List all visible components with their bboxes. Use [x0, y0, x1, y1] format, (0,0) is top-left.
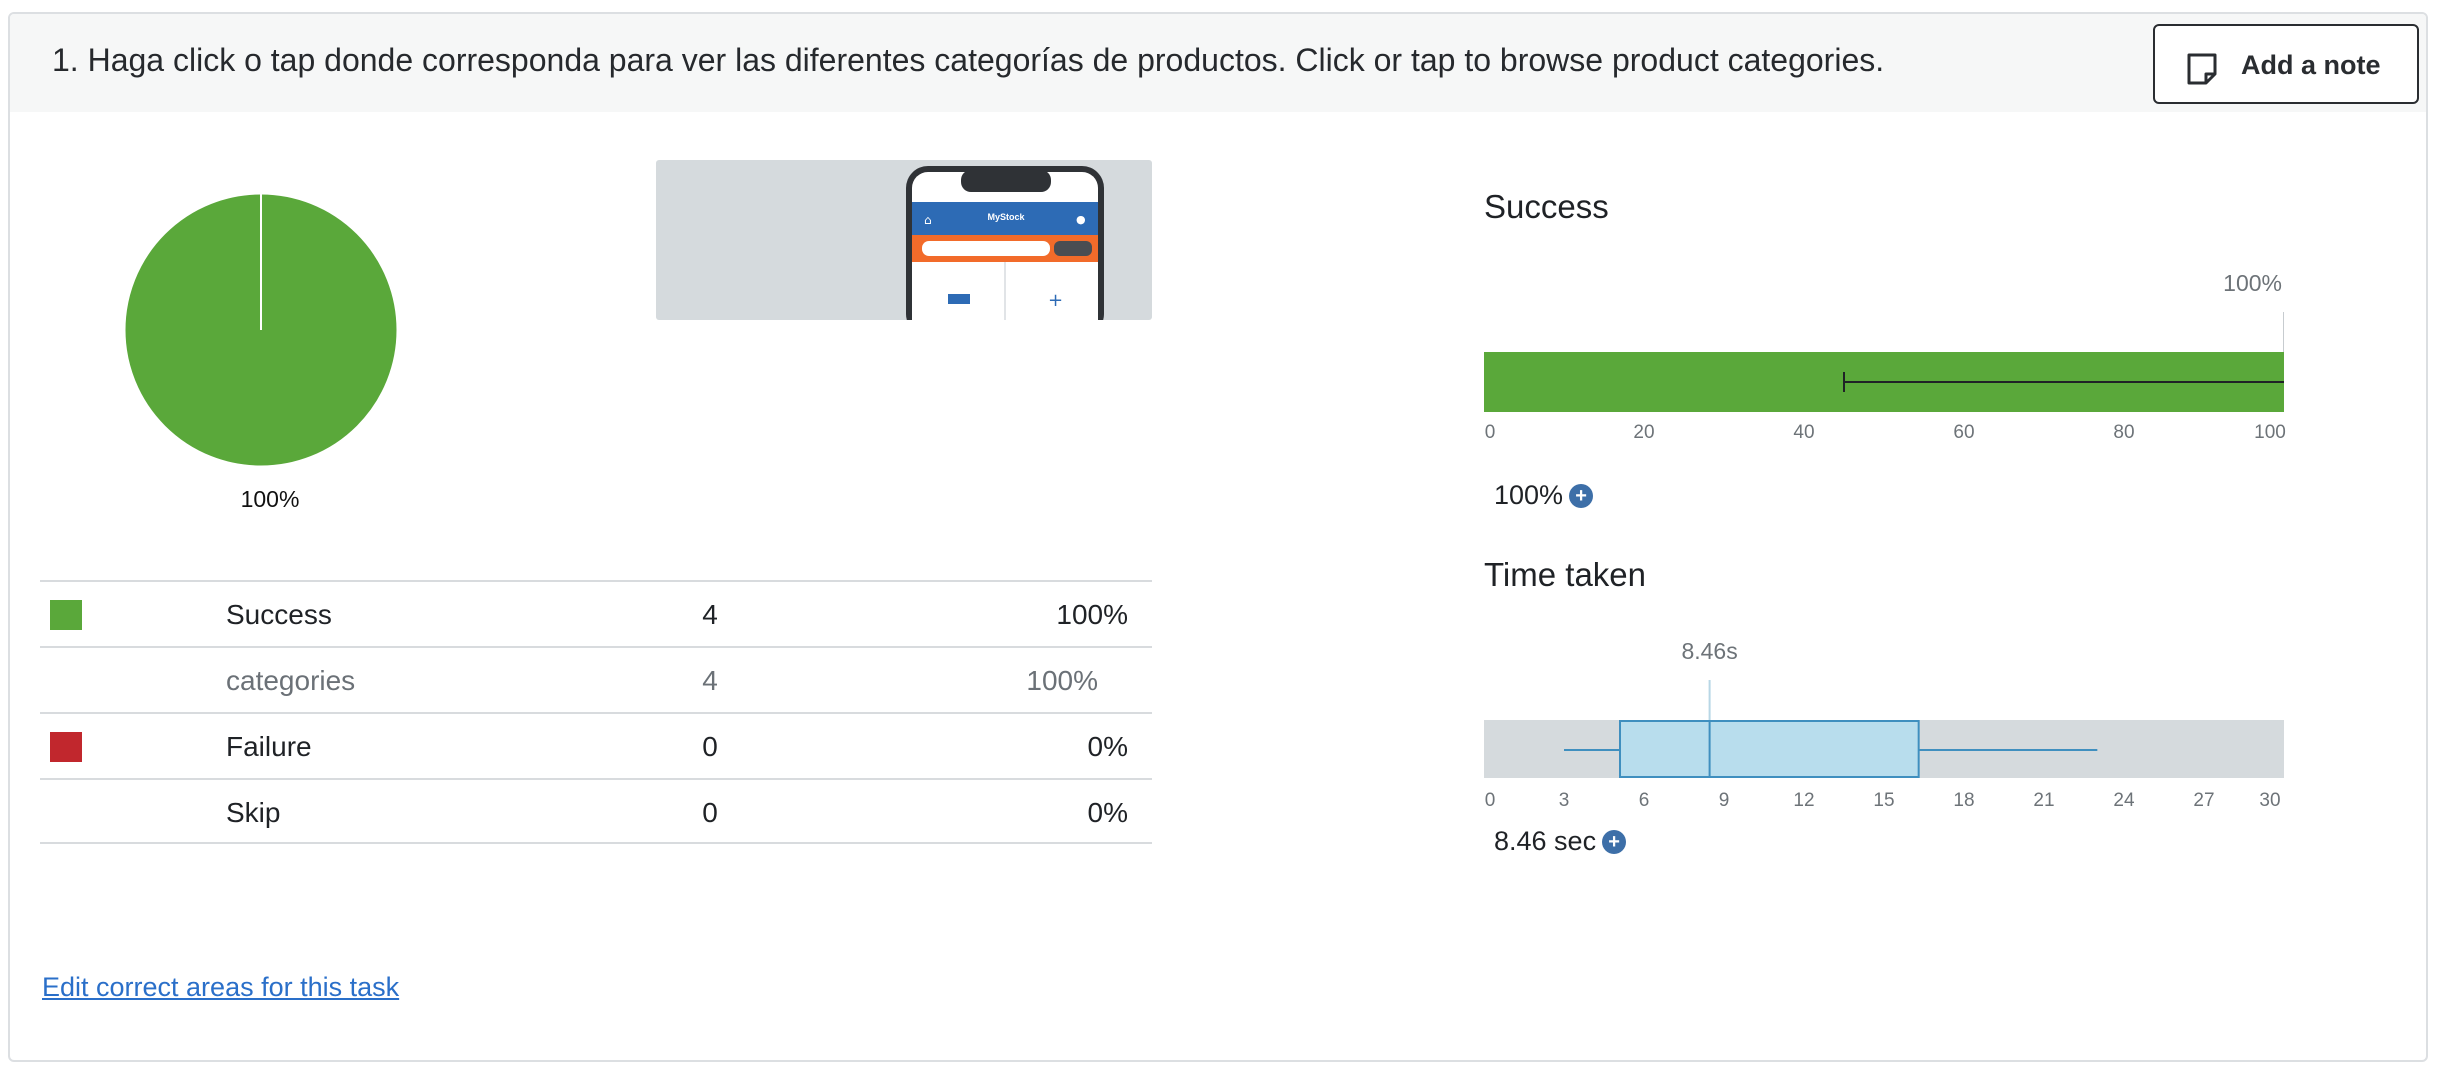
- note-icon: [2187, 53, 2217, 85]
- time-summary: 8.46 sec +: [1494, 826, 1627, 857]
- success-tick-label: 0: [1484, 422, 1496, 443]
- table-row: Success 4 100%: [40, 580, 1152, 646]
- success-error-bar: [1843, 372, 2284, 392]
- success-tick-label: 100: [2254, 422, 2286, 443]
- row-percent: 0%: [1087, 731, 1128, 762]
- row-percent: 100%: [1026, 665, 1098, 696]
- row-label: Skip: [226, 797, 281, 828]
- table-row: Skip 0 0%: [40, 778, 1152, 844]
- svg-text:●: ●: [1076, 213, 1086, 226]
- row-label: Failure: [226, 731, 312, 762]
- add-note-button[interactable]: Add a note: [2153, 24, 2419, 104]
- row-count: 4: [702, 665, 718, 696]
- add-note-label: Add a note: [2241, 50, 2381, 80]
- time-tick-label: 18: [1953, 790, 1975, 811]
- success-summary: 100% +: [1494, 480, 1594, 511]
- success-chart-title: Success: [1484, 188, 1609, 225]
- time-tick-label: 3: [1558, 790, 1570, 811]
- time-summary-value: 8.46 sec: [1494, 826, 1597, 856]
- success-summary-value: 100%: [1494, 480, 1564, 510]
- success-tick-label: 80: [2113, 422, 2135, 443]
- row-label: Success: [226, 599, 332, 630]
- success-bar-track: [1484, 352, 2284, 412]
- time-tick-label: 30: [2259, 790, 2281, 811]
- pie-percent-label: 100%: [240, 486, 300, 512]
- success-bar-marker-line: [2283, 312, 2284, 352]
- row-count: 0: [702, 731, 718, 762]
- results-table: Success 4 100% categories 4 100% Failure 0 0% Ski…: [40, 580, 1152, 844]
- success-tick-label: 40: [1793, 422, 1815, 443]
- svg-text:⌂: ⌂: [924, 213, 932, 227]
- legend-swatch: [50, 600, 82, 630]
- time-tick-label: 24: [2113, 790, 2135, 811]
- row-count: 0: [702, 797, 718, 828]
- row-percent: 0%: [1087, 797, 1128, 828]
- success-tick-label: 20: [1633, 422, 1655, 443]
- row-percent: 100%: [1056, 599, 1128, 630]
- task-screenshot-thumbnail[interactable]: + ⌂ ● MyStock: [656, 160, 1152, 320]
- success-tick-label: 60: [1953, 422, 1975, 443]
- table-row: Failure 0 0%: [40, 712, 1152, 778]
- edit-correct-areas-link[interactable]: Edit correct areas for this task: [42, 972, 399, 1003]
- row-count: 4: [702, 599, 718, 630]
- legend-swatch: [50, 732, 82, 762]
- task-header: 1. Haga click o tap donde corresponda pa…: [10, 14, 2426, 112]
- time-tick-label: 27: [2193, 790, 2215, 811]
- time-median-label: 8.46s: [1681, 638, 1738, 664]
- success-expand-icon[interactable]: +: [1569, 483, 1594, 508]
- time-tick-label: 0: [1484, 790, 1496, 811]
- table-row: categories 4 100%: [40, 646, 1152, 712]
- time-tick-label: 15: [1873, 790, 1895, 811]
- task-title: 1. Haga click o tap donde corresponda pa…: [52, 42, 1885, 78]
- svg-text:+: +: [1048, 290, 1063, 311]
- thumbnail-app-title: MyStock: [987, 212, 1025, 222]
- time-box-plot: [1564, 680, 2098, 778]
- success-pie-chart: [124, 193, 398, 467]
- time-tick-label: 9: [1718, 790, 1730, 811]
- phone-mockup: + ⌂ ●: [906, 166, 1104, 320]
- time-expand-icon[interactable]: +: [1602, 829, 1627, 854]
- time-tick-label: 6: [1638, 790, 1650, 811]
- box-iqr: [1619, 720, 1920, 778]
- time-tick-label: 21: [2033, 790, 2055, 811]
- success-bar-top-label: 100%: [2223, 270, 2282, 296]
- time-tick-label: 12: [1793, 790, 1815, 811]
- time-chart-title: Time taken: [1484, 556, 1647, 593]
- task-result-card: 1. Haga click o tap donde corresponda pa…: [8, 12, 2428, 1062]
- row-label: categories: [226, 665, 356, 696]
